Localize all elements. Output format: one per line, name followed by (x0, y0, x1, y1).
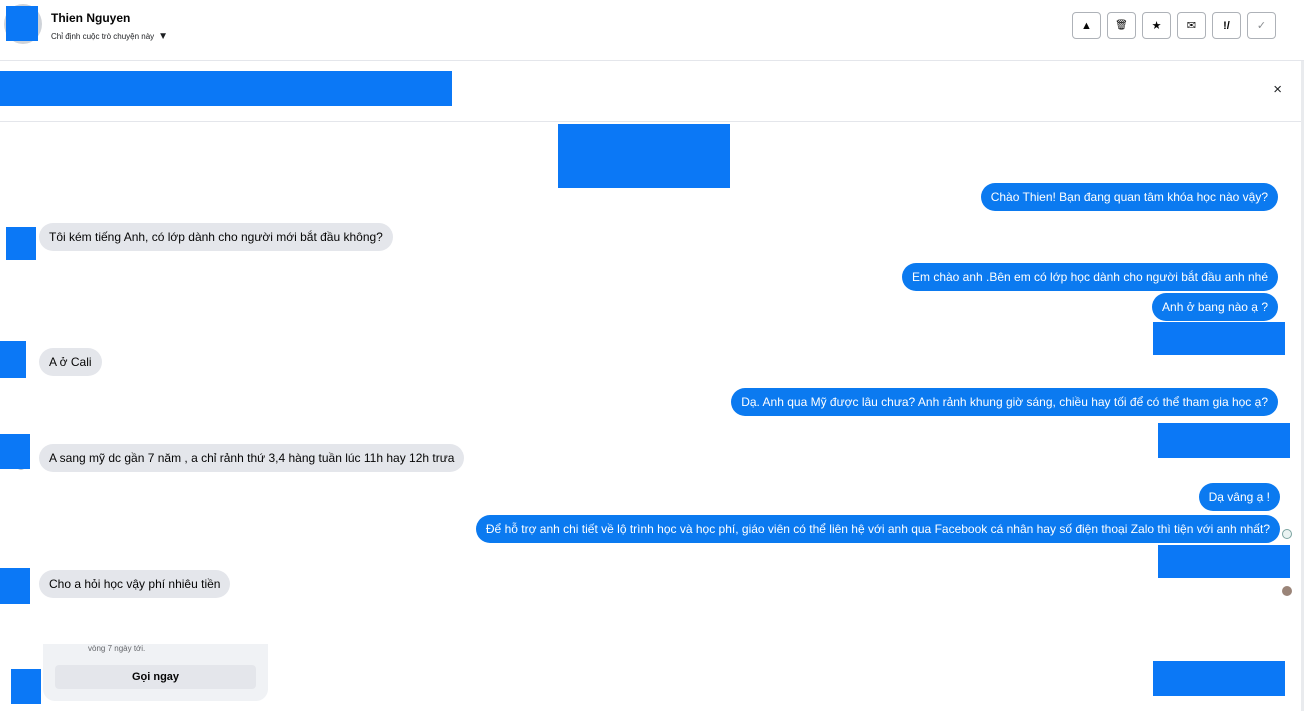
redacted-avatar (0, 568, 30, 604)
message-outgoing[interactable]: Em chào anh .Bên em có lớp học dành cho … (901, 263, 1278, 291)
redacted-timestamp (558, 124, 730, 188)
message-outgoing[interactable]: Để hỗ trợ anh chi tiết về lộ trình học v… (475, 515, 1280, 543)
conversation-header: Thien Nguyen Chỉ định cuộc trò chuyện nà… (0, 0, 1304, 61)
redacted-status (1153, 661, 1285, 696)
message-incoming[interactable]: A ở Cali (39, 348, 102, 376)
contact-name[interactable]: Thien Nguyen (51, 11, 130, 25)
message-outgoing[interactable]: Chào Thien! Bạn đang quan tâm khóa học n… (980, 183, 1278, 211)
trash-icon[interactable]: 🗑 (1107, 12, 1136, 39)
info-banner: × (0, 61, 1304, 122)
call-card: vòng 7 ngày tới. Gọi ngay (43, 644, 268, 701)
redacted-status (1153, 322, 1285, 355)
envelope-icon[interactable]: ✉ (1177, 12, 1206, 39)
assign-label: Chỉ định cuộc trò chuyện này (51, 32, 155, 41)
toolbar: ▲ 🗑 ★ ✉ !/ ✓ (1072, 12, 1276, 39)
redacted-status (1158, 545, 1290, 578)
redacted-avatar (6, 6, 38, 41)
caret-down-icon: ▼ (158, 30, 169, 42)
star-icon[interactable]: ★ (1142, 12, 1171, 39)
message-incoming[interactable]: Cho a hỏi học vậy phí nhiêu tiền (39, 570, 231, 598)
assign-conversation-dropdown[interactable]: Chỉ định cuộc trò chuyện này ▼ (51, 30, 169, 42)
message-incoming[interactable]: A sang mỹ dc gần 7 năm , a chỉ rảnh thứ … (39, 444, 465, 472)
close-icon[interactable]: × (1273, 81, 1282, 98)
warning-icon[interactable]: ▲ (1072, 12, 1101, 39)
redacted-status (1158, 423, 1290, 458)
seen-avatar-icon (1282, 586, 1292, 596)
message-incoming[interactable]: Tôi kém tiếng Anh, có lớp dành cho người… (39, 223, 393, 251)
message-outgoing[interactable]: Dạ vâng ạ ! (1198, 483, 1280, 511)
check-icon[interactable]: ✓ (1247, 12, 1276, 39)
call-now-button[interactable]: Gọi ngay (55, 665, 256, 689)
follow-up-icon[interactable]: !/ (1212, 12, 1241, 39)
redacted-avatar (6, 227, 36, 260)
redacted-avatar (11, 669, 41, 704)
message-outgoing[interactable]: Anh ở bang nào ạ ? (1152, 293, 1278, 321)
message-outgoing[interactable]: Dạ. Anh qua Mỹ được lâu chưa? Anh rảnh k… (731, 388, 1278, 416)
redacted-avatar (0, 434, 30, 469)
call-card-text: vòng 7 ngày tới. (88, 644, 146, 653)
redacted-avatar (0, 341, 26, 378)
redacted-banner-text (0, 71, 452, 106)
seen-indicator-icon (1282, 529, 1292, 539)
